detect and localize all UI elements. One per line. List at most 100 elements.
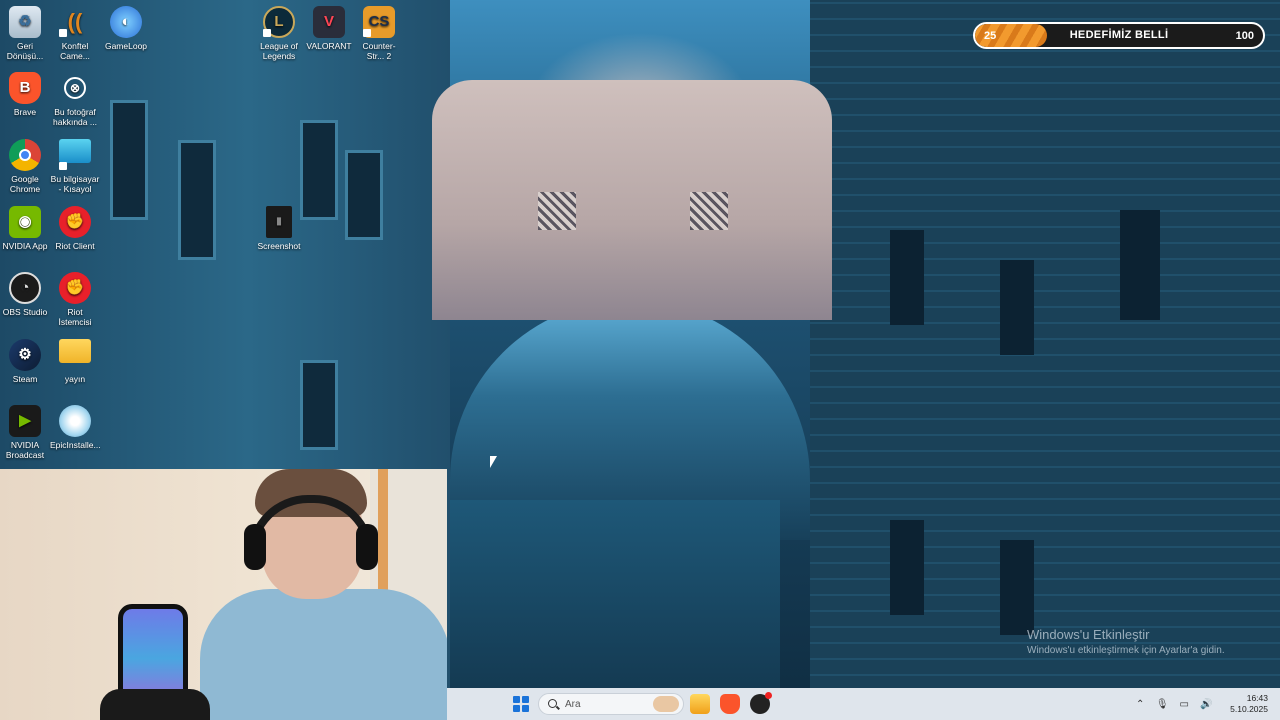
volume-icon[interactable]: 🔊 (1198, 697, 1214, 711)
activation-title: Windows'u Etkinleştir (1027, 627, 1150, 642)
desktop-icon-label: Konftel Came... (60, 41, 90, 61)
desktop-icon-recycle-bin[interactable]: ♻ Geri Dönüşü... (0, 6, 50, 61)
wallpaper-bridge-window (690, 192, 728, 230)
chrome-icon (9, 139, 41, 171)
folder-icon (59, 339, 91, 363)
desktop-icon-nvidia-app[interactable]: ◉ NVIDIA App (0, 206, 50, 251)
desktop-icon-label: Counter-Str... 2 (362, 41, 396, 61)
windows-logo-icon (513, 696, 520, 703)
desktop-icon-label: Riot Client (55, 241, 95, 251)
wallpaper-window (345, 150, 383, 240)
windows-activation-watermark: Windows'u Etkinleştir Windows'u etkinleş… (1027, 627, 1225, 656)
brave-icon: B (9, 72, 41, 104)
desktop-icon-epic-installer[interactable]: EpicInstalle... (50, 405, 101, 450)
nvidia-app-icon: ◉ (9, 206, 41, 238)
search-icon (548, 699, 557, 708)
desktop-icon-label: yayın (64, 374, 86, 384)
desktop-icon-screenshot[interactable]: ▮ Screenshot (254, 206, 304, 251)
riot-client-icon: ✊ (59, 206, 91, 238)
this-pc-icon (59, 139, 91, 163)
nvidia-broadcast-icon: ▶ (9, 405, 41, 437)
desktop-icon-label: Riot İstemcisi (58, 307, 92, 327)
network-icon[interactable]: ▭ (1176, 697, 1192, 711)
goal-title: HEDEFİMİZ BELLİ (1069, 29, 1169, 41)
desktop-icon-label: League of Legends (260, 41, 298, 61)
webcam-headset-ear (356, 524, 378, 570)
desktop-icon-league-of-legends[interactable]: L League of Legends (254, 6, 304, 61)
desktop-icon-riot-client[interactable]: ✊ Riot Client (50, 206, 100, 251)
shortcut-arrow-icon (363, 29, 371, 37)
microphone-icon[interactable]: 🎙 (1154, 697, 1170, 711)
obs-icon[interactable] (750, 692, 772, 714)
desktop-icon-this-pc[interactable]: Bu bilgisayar - Kısayol (50, 139, 100, 194)
steam-icon: ⚙ (9, 339, 41, 371)
obs-icon: ◔ (9, 272, 41, 304)
wallpaper-bridge-window (538, 192, 576, 230)
recycle-bin-icon: ♻ (9, 6, 41, 38)
webcam-person-body (200, 589, 447, 720)
shortcut-arrow-icon (59, 162, 67, 170)
epic-installer-icon (59, 405, 91, 437)
clock-time: 16:43 (1246, 693, 1268, 703)
desktop-icon-konftel-camera[interactable]: (( Konftel Came... (50, 6, 100, 61)
webcam-headset-ear (244, 524, 266, 570)
desktop-icon-label: Screenshot (257, 241, 301, 251)
wallpaper-bridge (432, 80, 832, 320)
wallpaper-right-building (810, 0, 1280, 690)
goal-end-value: 100 (1235, 30, 1254, 42)
desktop-icon-label: Geri Dönüşü... (6, 41, 44, 61)
wallpaper-window (300, 120, 338, 220)
desktop-icon-riot-istemcisi[interactable]: ✊ Riot İstemcisi (50, 272, 100, 327)
webcam-microphone-base (100, 689, 210, 720)
riot-istemcisi-icon: ✊ (59, 272, 91, 304)
taskbar: Ara ⌃ 🎙 ▭ 🔊 16:43 5.10.2025 (447, 688, 1280, 720)
desktop-icon-label: OBS Studio (2, 307, 48, 317)
wallpaper-canal-water (450, 500, 780, 690)
screenshot-file-icon: ▮ (266, 206, 292, 238)
gameloop-icon: ◐ (110, 6, 142, 38)
search-placeholder: Ara (565, 699, 581, 710)
wallpaper-window (1000, 260, 1034, 355)
desktop-icon-label: EpicInstalle... (50, 440, 101, 450)
desktop-icon-brave[interactable]: B Brave (0, 72, 50, 117)
shortcut-arrow-icon (263, 29, 271, 37)
clock-date: 5.10.2025 (1230, 704, 1268, 714)
webcam-overlay (0, 469, 447, 720)
wallpaper-window (1000, 540, 1034, 635)
desktop-icon-label: NVIDIA App (2, 241, 48, 251)
desktop-icon-obs-studio[interactable]: ◔ OBS Studio (0, 272, 50, 317)
wallpaper-window (178, 140, 216, 260)
desktop-icon-label: GameLoop (104, 41, 148, 51)
photo-info-icon: ⊗ (64, 77, 86, 99)
desktop-icon-valorant[interactable]: V VALORANT (304, 6, 354, 51)
taskbar-search[interactable]: Ara (538, 693, 684, 715)
desktop-icon-nvidia-broadcast[interactable]: ▶ NVIDIA Broadcast (0, 405, 50, 460)
file-explorer-icon[interactable] (690, 694, 710, 714)
wallpaper-window (300, 360, 338, 450)
desktop-icon-label: NVIDIA Broadcast (5, 440, 45, 460)
goal-progress-bar: 25 HEDEFİMİZ BELLİ 100 (973, 22, 1265, 49)
wallpaper-window (890, 230, 924, 325)
search-highlight-icon (653, 696, 679, 712)
brave-icon[interactable] (720, 694, 740, 714)
wallpaper-window (890, 520, 924, 615)
wallpaper-window (1120, 210, 1160, 320)
desktop-icon-label: Bu fotoğraf hakkında ... (53, 107, 97, 127)
valorant-icon: V (313, 6, 345, 38)
mouse-cursor-icon (490, 456, 497, 468)
chevron-up-icon[interactable]: ⌃ (1132, 697, 1148, 711)
desktop-icon-photo-info[interactable]: ⊗ Bu fotoğraf hakkında ... (50, 72, 100, 127)
shortcut-arrow-icon (59, 29, 67, 37)
desktop-icon-label: VALORANT (306, 41, 352, 51)
activation-subtitle: Windows'u etkinleştirmek için Ayarlar'a … (1027, 645, 1225, 656)
desktop-icon-gameloop[interactable]: ◐ GameLoop (101, 6, 151, 51)
start-button[interactable] (513, 696, 529, 712)
desktop-icon-label: Bu bilgisayar - Kısayol (50, 174, 100, 194)
desktop-icon-counter-strike[interactable]: CS Counter-Str... 2 (354, 6, 404, 61)
clock[interactable]: 16:43 5.10.2025 (1230, 693, 1268, 715)
desktop-icon-label: Steam (12, 374, 38, 384)
desktop-icon-steam[interactable]: ⚙ Steam (0, 339, 50, 384)
desktop-icon-label: Google Chrome (9, 174, 41, 194)
desktop-icon-google-chrome[interactable]: Google Chrome (0, 139, 50, 194)
desktop-icon-yayin-folder[interactable]: yayın (50, 339, 100, 384)
